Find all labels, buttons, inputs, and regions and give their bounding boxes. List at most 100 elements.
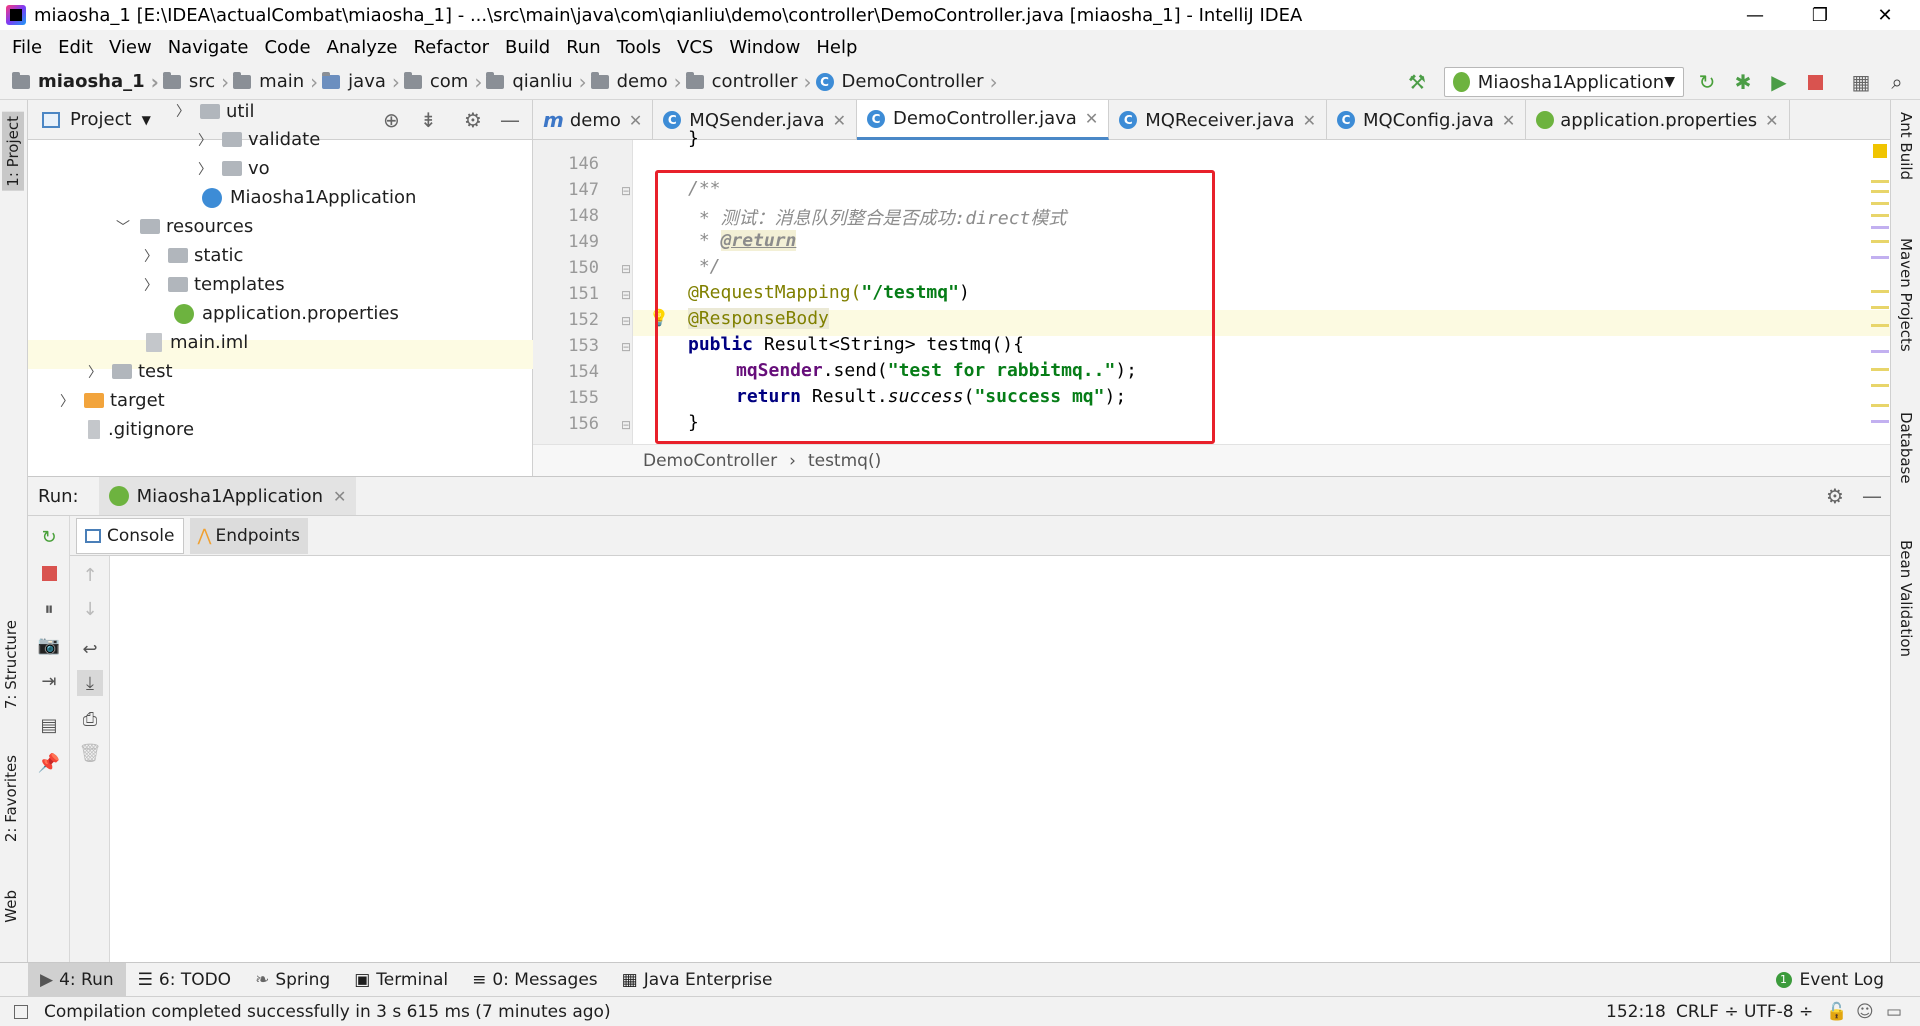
tool-terminal[interactable]: ▣ Terminal [342,963,460,997]
project-view-select[interactable]: Project [70,109,132,130]
run-tab-miaosha1application[interactable]: Miaosha1Application ✕ [98,477,357,515]
tool-tab-ant-build[interactable]: Ant Build [1897,112,1915,180]
close-icon[interactable]: ✕ [629,111,642,130]
menu-file[interactable]: File [4,37,50,58]
trash-icon[interactable]: 🗑 [77,740,103,766]
tab-democontroller[interactable]: C DemoController.java ✕ [857,100,1110,140]
tool-tab-bean-validation[interactable]: Bean Validation [1897,540,1915,657]
close-icon[interactable]: ✕ [1085,109,1098,128]
editor-scroll-markers[interactable] [1871,140,1889,444]
run-with-coverage-icon[interactable]: ▶ [1766,69,1792,95]
tree-item-test[interactable]: 〉 test [88,357,173,386]
menu-window[interactable]: Window [721,37,808,58]
tree-item-static[interactable]: 〉 static [144,241,243,270]
tool-event-log[interactable]: 1 Event Log [1764,963,1896,997]
breadcrumb-demo[interactable]: demo › [590,70,682,94]
stop-icon[interactable] [36,560,62,586]
caret-position[interactable]: 152:18 [1606,1002,1666,1022]
breadcrumb-java[interactable]: java › [322,70,400,94]
scroll-to-end-icon[interactable]: ⤓ [77,670,103,696]
close-button[interactable]: ✕ [1855,0,1915,30]
tool-tab-web[interactable]: Web [2,890,20,923]
build-hammer-icon[interactable]: ⚒ [1404,69,1430,95]
breadcrumb-class[interactable]: C DemoController › [815,70,998,94]
tree-item-util[interactable]: 〉 util [176,100,254,122]
close-icon[interactable]: ✕ [833,111,846,130]
tab-application-properties[interactable]: application.properties ✕ [1526,100,1790,140]
tree-item-vo[interactable]: 〉 vo [198,154,270,183]
chevron-right-icon[interactable]: 〉 [60,391,74,411]
tab-demo[interactable]: m demo ✕ [533,100,654,140]
tool-todo[interactable]: ☰ 6: TODO [126,963,243,997]
locate-icon[interactable]: ⊕ [383,108,400,132]
breadcrumb-main[interactable]: main › [233,70,318,94]
chevron-right-icon[interactable]: 〉 [88,362,102,382]
chevron-right-icon[interactable]: 〉 [144,275,158,295]
code-editor[interactable]: 146 147 148 149 150 151 152 153 154 155 … [533,128,1890,444]
chevron-down-icon[interactable]: ▼ [142,113,151,127]
layout-icon[interactable]: ▤ [36,712,62,738]
tool-tab-maven-projects[interactable]: Maven Projects [1897,238,1915,352]
exit-icon[interactable]: ⇥ [36,668,62,694]
rerun-icon[interactable]: ↻ [1694,69,1720,95]
menu-view[interactable]: View [101,37,160,58]
tab-mqsender[interactable]: C MQSender.java ✕ [653,100,857,140]
chevron-right-icon[interactable]: 〉 [198,130,212,150]
tree-item-templates[interactable]: 〉 templates [144,270,285,299]
run-configuration-select[interactable]: Miaosha1Application ▼ [1444,67,1684,97]
gear-icon[interactable]: ⚙ [1826,484,1844,508]
pause-icon[interactable]: ⏸ [36,596,62,622]
camera-icon[interactable]: 📷 [36,632,62,658]
search-icon[interactable]: ⌕ [1884,69,1910,95]
tool-spring[interactable]: ❧ Spring [243,963,342,997]
close-icon[interactable]: ✕ [1502,111,1515,130]
breadcrumb-method[interactable]: testmq() [808,451,881,471]
breadcrumb-controller[interactable]: controller › [685,70,812,94]
tab-mqreceiver[interactable]: C MQReceiver.java ✕ [1109,100,1327,140]
menu-code[interactable]: Code [256,37,318,58]
hide-panel-icon[interactable]: — [500,108,520,132]
breadcrumb-com[interactable]: com › [403,70,482,94]
menu-vcs[interactable]: VCS [669,37,721,58]
menu-help[interactable]: Help [808,37,865,58]
menu-tools[interactable]: Tools [609,37,669,58]
fold-icon[interactable]: ⊟ [621,262,631,276]
close-icon[interactable]: ✕ [1303,111,1316,130]
console-output[interactable] [110,556,1890,962]
pin-icon[interactable]: 📌 [36,750,62,776]
tree-item-target[interactable]: 〉 target [60,386,165,415]
fold-icon[interactable]: ⊟ [621,340,631,354]
tool-java-enterprise[interactable]: ▦ Java Enterprise [610,963,785,997]
menu-analyze[interactable]: Analyze [319,37,406,58]
tree-item-gitignore[interactable]: .gitignore [88,415,194,444]
hide-panel-icon[interactable]: — [1862,484,1882,508]
fold-icon[interactable]: ⊟ [621,418,631,432]
restore-button[interactable]: ❐ [1790,0,1850,30]
tree-item-miaosha1application[interactable]: Miaosha1Application [202,183,416,212]
tool-tab-favorites[interactable]: 2: Favorites [2,755,20,842]
soft-wrap-icon[interactable]: ↩ [77,636,103,662]
tree-item-main-iml[interactable]: main.iml [146,328,248,357]
tool-messages[interactable]: ≡ 0: Messages [460,963,610,997]
breadcrumb-class[interactable]: DemoController [643,451,777,471]
menu-edit[interactable]: Edit [50,37,101,58]
arrow-up-icon[interactable]: ↑ [77,562,103,588]
tree-item-validate[interactable]: 〉 validate [198,125,320,154]
fold-icon[interactable]: ⊟ [621,184,631,198]
chevron-right-icon[interactable]: 〉 [176,101,190,121]
gear-icon[interactable]: ⚙ [464,108,482,132]
toggle-tool-windows-icon[interactable] [14,1004,28,1019]
rerun-icon[interactable]: ↻ [36,524,62,550]
tab-endpoints[interactable]: ⋀ Endpoints [189,517,308,554]
tree-item-resources[interactable]: ﹀ resources [116,212,253,241]
fold-icon[interactable]: ⊟ [621,288,631,302]
chevron-right-icon[interactable]: 〉 [198,159,212,179]
arrow-down-icon[interactable]: ↓ [77,596,103,622]
collapse-all-icon[interactable]: ⇟ [420,108,437,132]
close-icon[interactable]: ✕ [1765,111,1778,130]
print-icon[interactable]: ⎙ [77,706,103,732]
debug-icon[interactable]: ✱ [1730,69,1756,95]
menu-build[interactable]: Build [497,37,558,58]
tab-mqconfig[interactable]: C MQConfig.java ✕ [1327,100,1527,140]
warning-indicator-icon[interactable] [1873,144,1887,158]
